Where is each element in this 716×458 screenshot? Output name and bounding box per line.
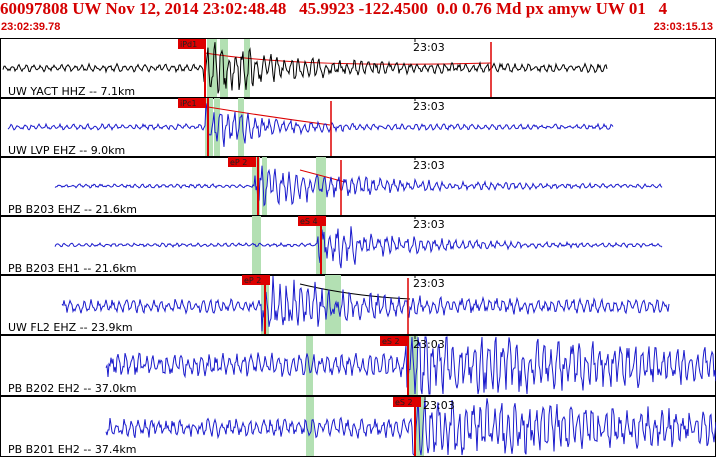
waveform-trace[interactable]: [7, 103, 614, 147]
pick-tag-label: iPd1: [180, 40, 197, 49]
trace-panel-b203-eh1[interactable]: eS 4 23:03 PB B203 EH1 -- 21.6km: [0, 215, 716, 276]
pick-tag-label: eP 2: [230, 158, 247, 167]
trace-panel-lvp-ehz[interactable]: iPc1 23:03 UW LVP EHZ -- 9.0km: [0, 97, 716, 158]
pick-tag-label: eS 4: [300, 217, 318, 226]
trace-panel-b203-ehz[interactable]: eP 2 23:03 PB B203 EHZ -- 21.6km: [0, 156, 716, 217]
waveform-trace[interactable]: [54, 226, 663, 269]
channel-label: PB B201 EH2 -- 37.4km: [8, 443, 136, 456]
time-end-label: 23:03:15.13: [653, 21, 713, 33]
channel-label: UW YACT HHZ -- 7.1km: [8, 85, 135, 98]
pick-window: [252, 216, 261, 275]
trace-panel-b201-eh2[interactable]: eS 2 23:03 PB B201 EH2 -- 37.4km: [0, 396, 716, 457]
channel-label: PB B203 EH1 -- 21.6km: [8, 262, 136, 275]
pick-window: [244, 39, 250, 98]
minute-label: 23:03: [413, 338, 445, 351]
trace-panel-fl2-ehz[interactable]: eP 2 23:03 UW FL2 EHZ -- 23.9km: [0, 274, 716, 335]
trace-panel-yact-hhz[interactable]: iPd1 23:03 UW YACT HHZ -- 7.1km: [0, 38, 716, 99]
minute-label: 23:03: [413, 100, 445, 113]
time-start-label: 23:02:39.78: [1, 21, 61, 33]
pick-tag-label: eS 2: [395, 398, 413, 407]
trace-panel-b202-eh2[interactable]: eS 2 23:03 PB B202 EH2 -- 37.0km: [0, 335, 716, 396]
event-header: 60097808 UW Nov 12, 2014 23:02:48.48 45.…: [0, 0, 716, 40]
channel-label: PB B202 EH2 -- 37.0km: [8, 382, 136, 395]
pick-tag-label: eS 2: [382, 337, 400, 346]
pick-tag-label: iPc1: [180, 99, 197, 108]
seismogram-traces[interactable]: iPd1 23:03 UW YACT HHZ -- 7.1km iPc1 23:03 U…: [0, 38, 716, 458]
channel-label: UW LVP EHZ -- 9.0km: [8, 144, 125, 157]
minute-label: 23:03: [423, 399, 455, 412]
minute-label: 23:03: [413, 277, 445, 290]
channel-label: UW FL2 EHZ -- 23.9km: [8, 321, 133, 334]
pick-window: [220, 39, 228, 98]
waveform-trace[interactable]: [54, 165, 663, 207]
minute-label: 23:03: [413, 159, 445, 172]
pick-window: [316, 157, 326, 216]
waveform-trace[interactable]: [61, 275, 670, 332]
pick-tag-label: eP 2: [244, 276, 261, 285]
minute-label: 23:03: [413, 218, 445, 231]
minute-label: 23:03: [413, 41, 445, 54]
event-title: 60097808 UW Nov 12, 2014 23:02:48.48 45.…: [0, 0, 668, 18]
channel-label: PB B203 EHZ -- 21.6km: [8, 203, 137, 216]
